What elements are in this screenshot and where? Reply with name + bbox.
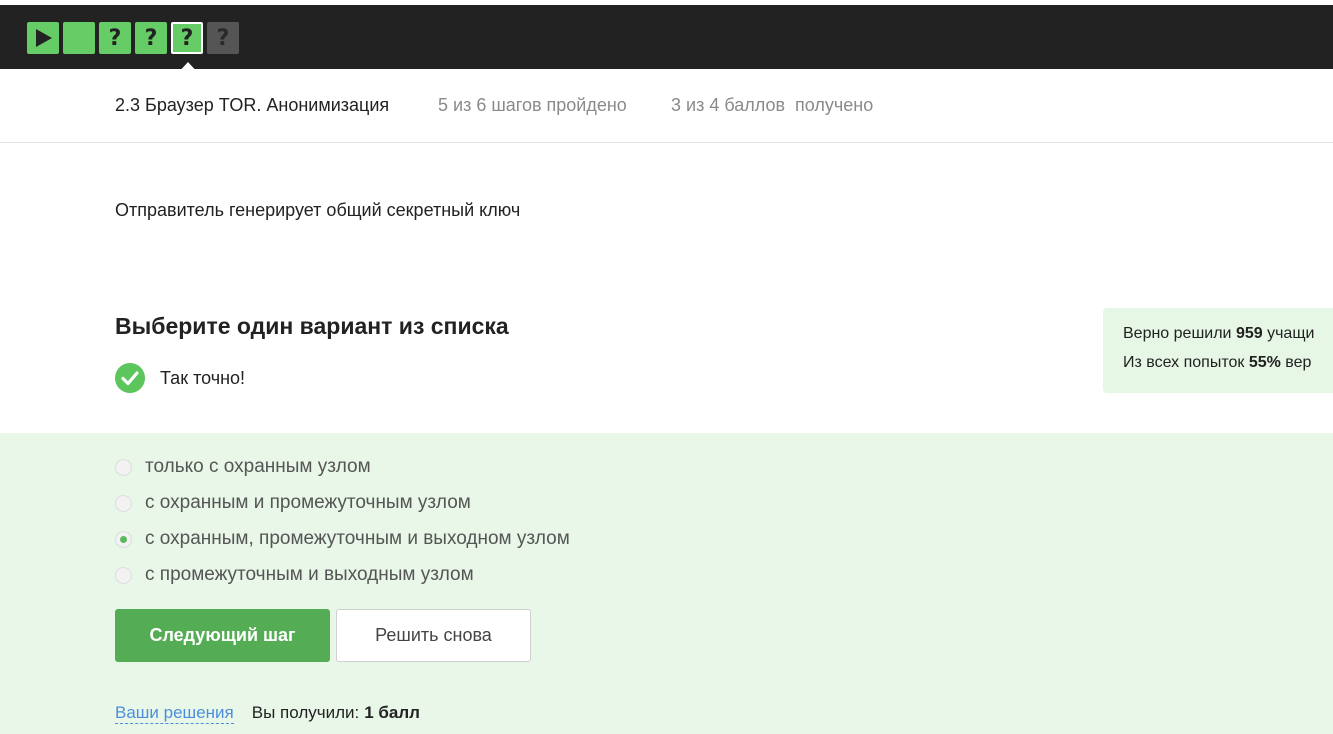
radio-button[interactable] [115, 566, 132, 584]
score-label: Вы получили: [251, 703, 360, 722]
option-label: с охранным и промежуточным узлом [145, 492, 471, 513]
task-title: Выберите один вариант из списка [115, 313, 509, 339]
solve-again-button[interactable]: Решить снова [336, 609, 531, 662]
step-1-play-icon[interactable] [27, 22, 59, 54]
radio-button-selected[interactable] [115, 530, 132, 548]
stats-attempts-line: Из всех попыток 55% вер [1123, 354, 1333, 383]
your-solutions-link[interactable]: Ваши решения [115, 703, 234, 724]
question-text: Отправитель генерирует общий секретный к… [115, 200, 521, 220]
stats-attempts-suffix: вер [1280, 354, 1312, 371]
step-5-current-question-icon[interactable]: ? [171, 22, 203, 54]
radio-button[interactable] [115, 494, 132, 512]
option-label: только с охранным узлом [145, 456, 371, 477]
check-circle-icon [115, 363, 145, 393]
submission-footer: Ваши решения Вы получили: 1 балл [115, 703, 420, 724]
option-4[interactable]: с промежуточным и выходным узлом [115, 564, 474, 586]
stats-solved-prefix: Верно решили [1123, 325, 1236, 342]
step-2[interactable] [63, 22, 95, 54]
option-label: с промежуточным и выходным узлом [145, 564, 474, 585]
lesson-steps-progress: 5 из 6 шагов пройдено [438, 95, 627, 115]
stats-attempts-percent: 55% [1248, 354, 1281, 371]
radio-button[interactable] [115, 458, 132, 476]
step-3-question-icon[interactable]: ? [99, 22, 131, 54]
result-text: Так точно! [160, 367, 246, 388]
play-icon [36, 29, 52, 47]
lesson-points-progress: 3 из 4 баллов получено [671, 95, 874, 115]
result-message: Так точно! [115, 363, 245, 393]
steps-bar: ? ? ? ? [0, 0, 1333, 74]
stats-attempts-prefix: Из всех попыток [1123, 354, 1249, 371]
option-2[interactable]: с охранным и промежуточным узлом [115, 492, 471, 514]
stats-panel: Верно решили 959 учащи Из всех попыток 5… [1103, 308, 1333, 393]
lesson-header: 2.3 Браузер TOR. Анонимизация 5 из 6 шаг… [0, 69, 1333, 143]
option-1[interactable]: только с охранным узлом [115, 456, 371, 478]
lesson-title[interactable]: 2.3 Браузер TOR. Анонимизация [115, 95, 389, 116]
stats-solved-count: 959 [1235, 325, 1263, 342]
step-4-question-icon[interactable]: ? [135, 22, 167, 54]
stats-solved-suffix: учащи [1262, 325, 1315, 342]
option-3[interactable]: с охранным, промежуточным и выходном узл… [115, 528, 570, 550]
next-step-button[interactable]: Следующий шаг [115, 609, 330, 662]
stats-solved-line: Верно решили 959 учащи [1123, 325, 1333, 354]
step-6-question-icon[interactable]: ? [207, 22, 239, 54]
option-label: с охранным, промежуточным и выходном узл… [145, 528, 570, 549]
score-value: 1 балл [364, 703, 420, 722]
